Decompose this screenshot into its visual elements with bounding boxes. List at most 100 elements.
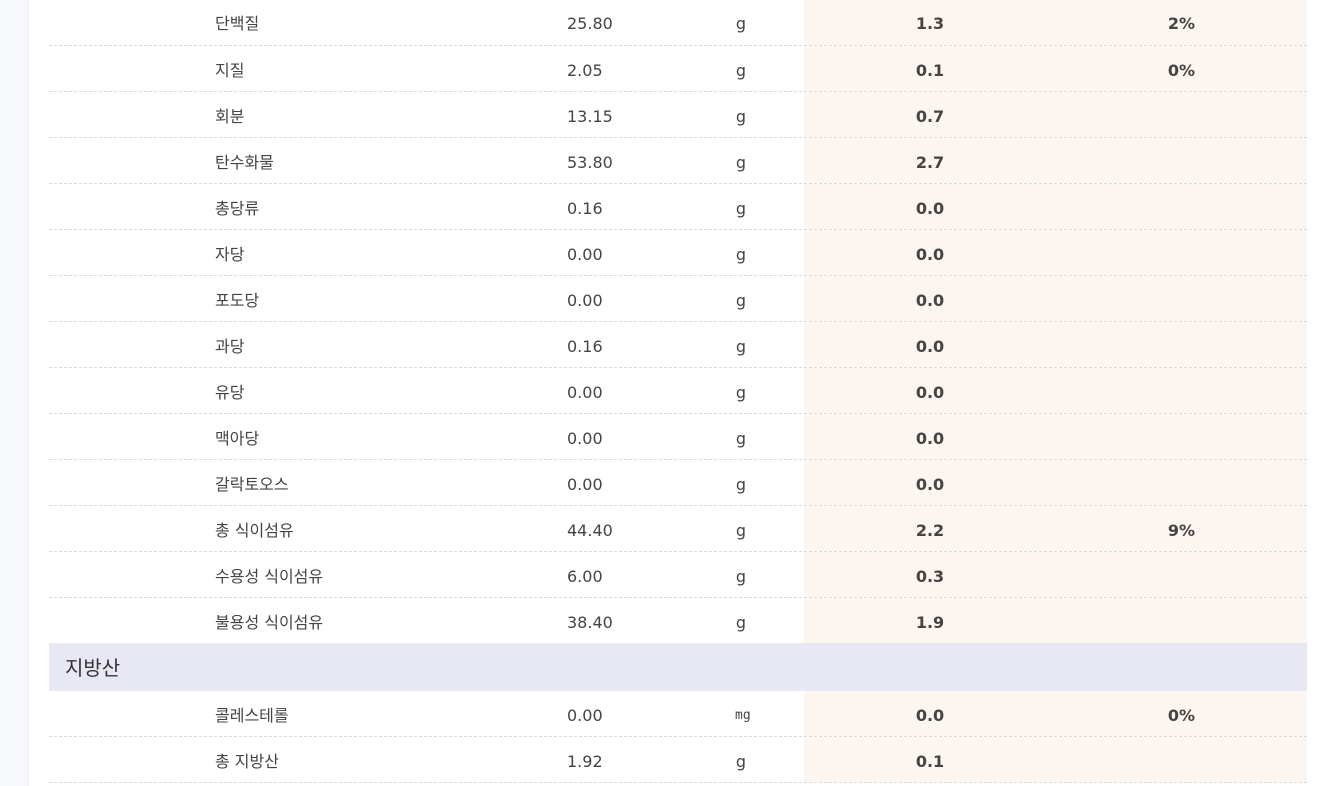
content-panel: 단백질 25.80 g 1.3 2% 지질 2.05 g 0.1 0% 회분 1… [28,0,1327,786]
per-serving-value: 1.9 [804,598,1056,643]
per-serving-value: 0.0 [804,414,1056,459]
daily-percent [1056,184,1307,229]
daily-percent: 9% [1056,506,1307,551]
per-serving-value: 0.0 [804,691,1056,736]
table-row: 불용성 식이섬유 38.40 g 1.9 [49,598,1307,643]
nutrient-name: 유당 [215,383,245,402]
table-row: 총 지방산 1.92 g 0.1 [49,737,1307,783]
nutrient-unit: g [735,245,747,264]
nutrient-name: 총 지방산 [215,752,279,771]
nutrient-name: 포도당 [215,291,260,310]
nutrient-amount: 1.92 [567,752,603,771]
nutrient-unit: g [735,153,747,172]
table-row: 포도당 0.00 g 0.0 [49,276,1307,322]
nutrient-unit: g [735,107,747,126]
daily-percent [1056,276,1307,321]
nutrient-unit: g [735,337,747,356]
table-row: 회분 13.15 g 0.7 [49,92,1307,138]
nutrient-amount: 25.80 [567,14,613,33]
nutrient-unit: g [735,475,747,494]
nutrient-name: 수용성 식이섬유 [215,567,324,586]
nutrient-amount: 53.80 [567,153,613,172]
per-serving-value: 2.7 [804,138,1056,183]
nutrient-name: 총당류 [215,199,260,218]
per-serving-value: 0.0 [804,276,1056,321]
per-serving-value: 0.3 [804,552,1056,597]
nutrient-amount: 0.00 [567,429,603,448]
nutrient-amount: 44.40 [567,521,613,540]
nutrient-amount: 2.05 [567,61,603,80]
nutrient-name: 지질 [215,61,245,80]
nutrient-unit: g [735,521,747,540]
nutrient-amount: 0.00 [567,245,603,264]
nutrient-amount: 13.15 [567,107,613,126]
per-serving-value: 0.0 [804,184,1056,229]
nutrient-unit: g [735,199,747,218]
per-serving-value: 0.0 [804,460,1056,505]
table-row: 탄수화물 53.80 g 2.7 [49,138,1307,184]
per-serving-value: 1.3 [804,0,1056,45]
nutrient-name: 맥아당 [215,429,260,448]
nutrition-table: 단백질 25.80 g 1.3 2% 지질 2.05 g 0.1 0% 회분 1… [49,0,1307,783]
section-title: 지방산 [65,656,121,680]
table-row: 수용성 식이섬유 6.00 g 0.3 [49,552,1307,598]
table-row: 과당 0.16 g 0.0 [49,322,1307,368]
nutrient-unit: g [735,567,747,586]
table-row: 자당 0.00 g 0.0 [49,230,1307,276]
section-header-fatty-acids: 지방산 [49,643,1307,691]
per-serving-value: 0.7 [804,92,1056,137]
daily-percent [1056,737,1307,782]
nutrient-name: 불용성 식이섬유 [215,613,324,632]
table-row: 맥아당 0.00 g 0.0 [49,414,1307,460]
daily-percent: 0% [1056,46,1307,91]
table-row: 총당류 0.16 g 0.0 [49,184,1307,230]
daily-percent [1056,598,1307,643]
table-row: 콜레스테롤 0.00 mg 0.0 0% [49,691,1307,737]
nutrient-unit: g [735,291,747,310]
daily-percent [1056,138,1307,183]
table-row: 갈락토오스 0.00 g 0.0 [49,460,1307,506]
nutrient-name: 단백질 [215,14,260,33]
nutrient-name: 콜레스테롤 [215,706,289,725]
nutrient-amount: 0.00 [567,383,603,402]
nutrient-name: 자당 [215,245,245,264]
daily-percent [1056,322,1307,367]
per-serving-value: 0.0 [804,230,1056,275]
nutrient-unit: g [735,14,747,33]
daily-percent: 2% [1056,0,1307,45]
table-row: 단백질 25.80 g 1.3 2% [49,0,1307,46]
per-serving-value: 0.1 [804,46,1056,91]
nutrient-name: 회분 [215,107,245,126]
nutrient-unit: g [735,383,747,402]
per-serving-value: 0.0 [804,322,1056,367]
nutrient-name: 갈락토오스 [215,475,289,494]
nutrient-unit: g [735,752,747,771]
nutrient-amount: 0.00 [567,706,603,725]
nutrient-amount: 38.40 [567,613,613,632]
daily-percent [1056,460,1307,505]
daily-percent: 0% [1056,691,1307,736]
daily-percent [1056,230,1307,275]
daily-percent [1056,368,1307,413]
nutrient-unit: g [735,429,747,448]
nutrient-amount: 0.16 [567,337,603,356]
nutrient-amount: 0.00 [567,475,603,494]
per-serving-value: 0.0 [804,368,1056,413]
per-serving-value: 0.1 [804,737,1056,782]
nutrient-amount: 0.00 [567,291,603,310]
nutrient-name: 총 식이섬유 [215,521,294,540]
nutrient-unit: g [735,613,747,632]
daily-percent [1056,552,1307,597]
nutrient-name: 탄수화물 [215,153,274,172]
table-row: 총 식이섬유 44.40 g 2.2 9% [49,506,1307,552]
table-row: 유당 0.00 g 0.0 [49,368,1307,414]
nutrient-amount: 6.00 [567,567,603,586]
nutrient-unit: g [735,61,747,80]
nutrient-amount: 0.16 [567,199,603,218]
daily-percent [1056,414,1307,459]
table-row: 지질 2.05 g 0.1 0% [49,46,1307,92]
per-serving-value: 2.2 [804,506,1056,551]
nutrient-unit: mg [735,708,751,723]
nutrient-name: 과당 [215,337,245,356]
daily-percent [1056,92,1307,137]
